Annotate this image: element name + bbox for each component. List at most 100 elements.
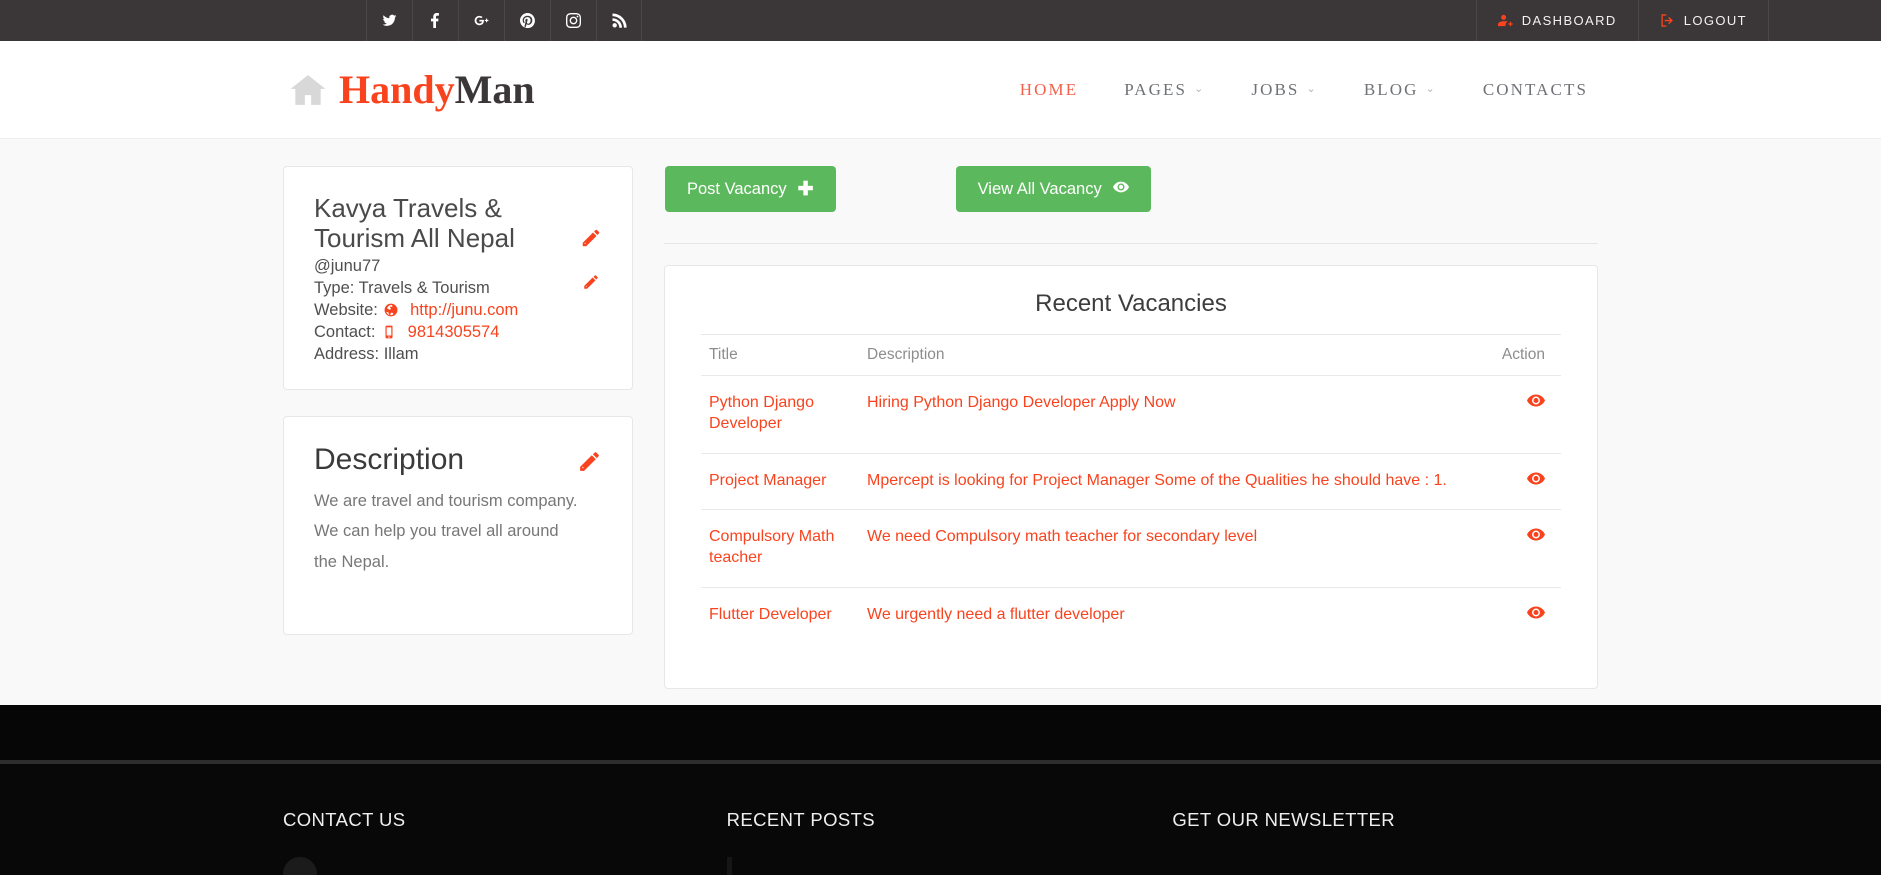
view-vacancy-eye-icon[interactable] <box>1527 394 1545 407</box>
nav-label-pages: PAGES <box>1124 79 1188 99</box>
nav-label-jobs: JOBS <box>1251 79 1300 99</box>
column-header-action: Action <box>1491 334 1561 376</box>
nav-item-pages[interactable]: PAGES ⌄ <box>1124 80 1205 100</box>
vacancy-title-link[interactable]: Python Django Developer <box>709 394 814 432</box>
pinterest-icon[interactable] <box>504 0 550 41</box>
chevron-down-icon: ⌄ <box>1194 83 1206 95</box>
chevron-down-icon: ⌄ <box>1306 83 1318 95</box>
description-title: Description <box>314 443 465 477</box>
column-header-description: Description <box>859 334 1491 376</box>
plus-icon: ✚ <box>797 178 814 200</box>
recent-vacancies-table: Title Description Action Python Django D… <box>701 334 1561 644</box>
vacancy-title-cell: Flutter Developer <box>701 587 859 643</box>
nav-label-contacts: CONTACTS <box>1482 79 1588 99</box>
company-address-value: Illam <box>383 344 419 363</box>
footer-contact-us-column: CONTACT US <box>283 809 709 875</box>
social-links <box>366 0 642 41</box>
description-card: Description We are travel and tourism co… <box>283 416 633 636</box>
nav-label-home: HOME <box>1019 79 1079 99</box>
recent-vacancies-title: Recent Vacancies <box>1035 290 1227 317</box>
edit-profile-details-icon[interactable] <box>582 273 600 291</box>
company-username: @junu77 <box>314 256 381 275</box>
nav-item-jobs[interactable]: JOBS ⌄ <box>1251 80 1317 100</box>
edit-profile-name-icon[interactable] <box>580 227 602 249</box>
dashboard-label: DASHBOARD <box>1521 13 1617 28</box>
company-type-value: Travels & Tourism <box>358 278 490 297</box>
top-bar-actions: DASHBOARD LOGOUT <box>1475 0 1769 41</box>
footer-post-bullet <box>726 857 732 875</box>
logout-label: LOGOUT <box>1683 13 1747 28</box>
top-bar-left-spacer <box>0 0 366 41</box>
view-all-vacancy-label: View All Vacancy <box>977 179 1102 198</box>
vacancy-action-cell <box>1491 587 1561 643</box>
google-plus-icon[interactable] <box>458 0 504 41</box>
table-header-row: Title Description Action <box>701 334 1561 376</box>
view-vacancy-eye-icon[interactable] <box>1527 528 1545 541</box>
right-column: Post Vacancy ✚ View All Vacancy Recent V… <box>664 166 1598 689</box>
view-vacancy-eye-icon[interactable] <box>1527 472 1545 485</box>
top-bar: DASHBOARD LOGOUT <box>0 0 1881 41</box>
site-header: HandyMan HOME PAGES ⌄ JOBS ⌄ BLOG ⌄ CONT… <box>0 41 1881 139</box>
vacancy-title-link[interactable]: Project Manager <box>709 472 826 489</box>
footer-contact-avatar <box>283 857 317 875</box>
footer-top-band <box>0 705 1881 760</box>
vacancy-actions: Post Vacancy ✚ View All Vacancy <box>664 166 1598 212</box>
view-vacancy-eye-icon[interactable] <box>1527 606 1545 619</box>
logout-button[interactable]: LOGOUT <box>1637 0 1769 41</box>
view-all-vacancy-button[interactable]: View All Vacancy <box>955 166 1151 212</box>
globe-icon <box>384 303 398 317</box>
footer-contact-us-title: CONTACT US <box>283 809 406 830</box>
table-row: Project Manager Mpercept is looking for … <box>701 453 1561 511</box>
description-text: We are travel and tourism company. We ca… <box>314 492 578 571</box>
company-name: Kavya Travels & Tourism All Nepal <box>314 193 515 253</box>
rss-icon[interactable] <box>596 0 642 41</box>
top-bar-spacer <box>642 0 1476 41</box>
post-vacancy-label: Post Vacancy <box>687 179 787 198</box>
logout-icon <box>1661 14 1673 27</box>
vacancy-title-cell: Python Django Developer <box>701 375 859 454</box>
table-body: Python Django Developer Hiring Python Dj… <box>701 375 1561 644</box>
facebook-icon[interactable] <box>412 0 458 41</box>
dashboard-button[interactable]: DASHBOARD <box>1475 0 1638 41</box>
footer-recent-posts-column: RECENT POSTS <box>709 809 1153 875</box>
post-vacancy-button[interactable]: Post Vacancy ✚ <box>665 166 836 212</box>
company-address-label: Address: <box>314 344 380 363</box>
page-body: Kavya Travels & Tourism All Nepal @junu7… <box>0 139 1881 724</box>
company-website-row: Website: http://junu.com <box>314 300 602 322</box>
site-footer: CONTACT US RECENT POSTS GET OUR NEWSLETT… <box>0 764 1881 875</box>
mobile-phone-icon <box>382 325 396 339</box>
company-profile-card: Kavya Travels & Tourism All Nepal @junu7… <box>283 166 633 391</box>
vacancy-title-link[interactable]: Flutter Developer <box>709 606 832 623</box>
company-website-label: Website: <box>314 300 378 319</box>
vacancy-description-cell: Hiring Python Django Developer Apply Now <box>859 375 1491 454</box>
nav-item-contacts[interactable]: CONTACTS <box>1483 80 1588 100</box>
nav-item-blog[interactable]: BLOG ⌄ <box>1364 80 1437 100</box>
vacancy-description-cell: We urgently need a flutter developer <box>867 605 1125 623</box>
twitter-icon[interactable] <box>366 0 412 41</box>
top-bar-right-spacer <box>1769 0 1881 41</box>
nav-item-home[interactable]: HOME <box>1020 80 1078 100</box>
vacancy-action-cell <box>1491 375 1561 454</box>
brand-rest: Man <box>454 66 535 112</box>
brand-accent: Handy <box>339 66 455 112</box>
table-row: Python Django Developer Hiring Python Dj… <box>701 375 1561 454</box>
vacancy-title-cell: Compulsory Math teacher <box>701 509 859 588</box>
edit-description-icon[interactable] <box>577 449 602 474</box>
nav-label-blog: BLOG <box>1363 79 1419 99</box>
recent-vacancies-card: Recent Vacancies Title Description Actio… <box>664 265 1598 689</box>
company-contact-label: Contact: <box>314 322 376 341</box>
vacancy-action-cell <box>1491 509 1561 588</box>
company-type-row: Type: Travels & Tourism <box>314 278 602 300</box>
instagram-icon[interactable] <box>550 0 596 41</box>
vacancy-title-link[interactable]: Compulsory Math teacher <box>709 528 834 566</box>
company-meta: @junu77 Type: Travels & Tourism Website:… <box>314 256 602 366</box>
actions-divider <box>664 243 1598 244</box>
chevron-down-icon: ⌄ <box>1425 83 1437 95</box>
eye-icon <box>1112 179 1129 200</box>
user-plus-icon <box>1497 14 1513 27</box>
brand-logo[interactable]: HandyMan <box>289 66 535 112</box>
company-website-link[interactable]: http://junu.com <box>410 301 518 319</box>
company-contact-value: 9814305574 <box>407 322 500 341</box>
home-icon <box>289 71 327 109</box>
vacancy-action-cell <box>1491 453 1561 511</box>
